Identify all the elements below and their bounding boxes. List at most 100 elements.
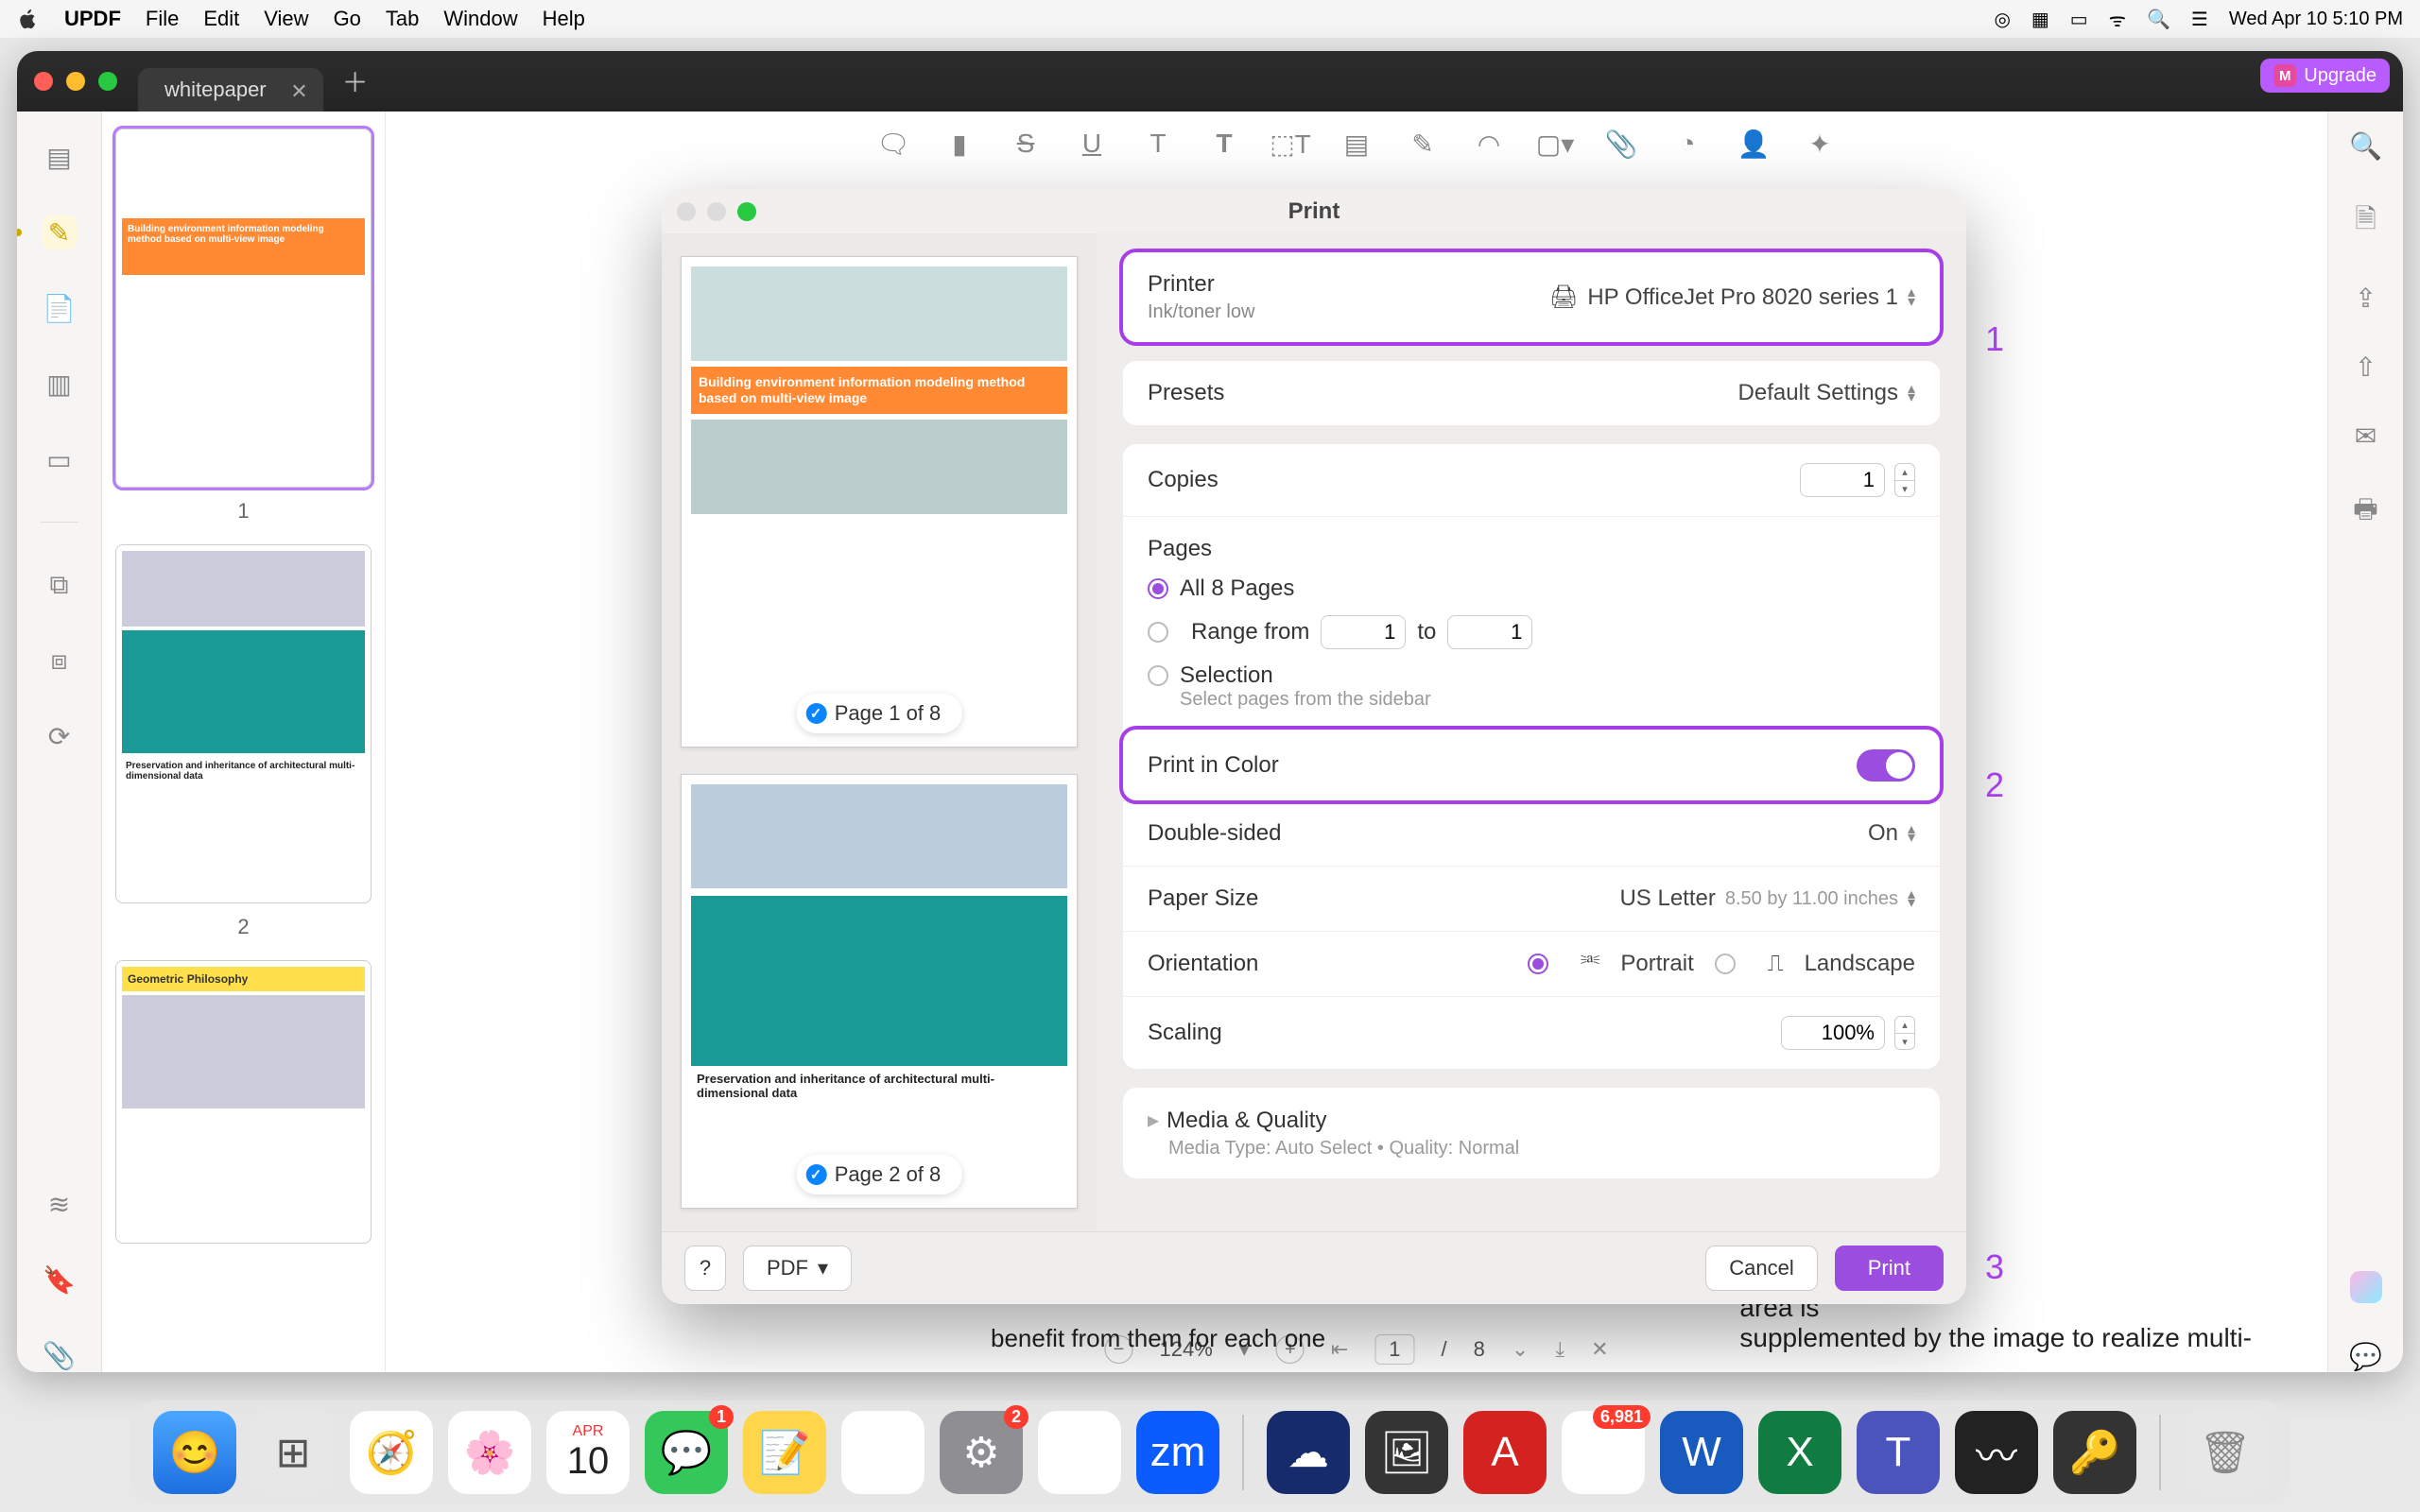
organize-mode-icon[interactable]: ▥	[43, 367, 77, 401]
calendar-app-icon[interactable]: APR10	[546, 1411, 630, 1494]
color-toggle[interactable]	[1857, 749, 1915, 782]
menu-go[interactable]: Go	[334, 7, 361, 31]
preview-page-2[interactable]: Preservation and inheritance of architec…	[681, 774, 1078, 1209]
system-settings-app-icon[interactable]: ⚙2	[940, 1411, 1023, 1494]
close-window-button[interactable]	[34, 72, 53, 91]
textbox-icon[interactable]: ⬚T	[1274, 128, 1306, 160]
chat-icon[interactable]: 💬	[2349, 1341, 2382, 1372]
tools-mode-icon[interactable]: ▭	[43, 442, 77, 476]
copies-input[interactable]	[1800, 463, 1885, 497]
media-quality-row[interactable]: ▸Media & Quality Media Type: Auto Select…	[1123, 1088, 1940, 1178]
note-icon[interactable]: 🗨	[877, 128, 909, 160]
control-center-icon[interactable]: ☰	[2191, 8, 2208, 31]
launchpad-app-icon[interactable]: ⊞	[251, 1411, 335, 1494]
menu-window[interactable]: Window	[443, 7, 517, 31]
crop-icon[interactable]: ⧉	[43, 568, 77, 602]
save-icon[interactable]: 🗎	[2355, 199, 2377, 245]
menu-tab[interactable]: Tab	[386, 7, 419, 31]
app-icon[interactable]: 〰	[1955, 1411, 2038, 1494]
safari-app-icon[interactable]: 🧭	[350, 1411, 433, 1494]
cancel-button[interactable]: Cancel	[1705, 1246, 1817, 1291]
dlg-close-icon[interactable]	[677, 202, 696, 221]
range-from-input[interactable]	[1321, 615, 1406, 649]
app-icon[interactable]: ☁	[1267, 1411, 1350, 1494]
radio-landscape[interactable]	[1715, 954, 1736, 974]
zoom-window-button[interactable]	[98, 72, 117, 91]
squiggly-icon[interactable]: T	[1142, 128, 1174, 160]
printer-row[interactable]: Printer Ink/toner low 🖨 HP OfficeJet Pro…	[1123, 252, 1940, 342]
dlg-min-icon[interactable]	[707, 202, 726, 221]
finder-app-icon[interactable]: 😊	[153, 1411, 236, 1494]
last-page-icon[interactable]: ⤓	[1555, 1337, 1564, 1362]
strikethrough-icon[interactable]: S	[1010, 128, 1042, 160]
email-icon[interactable]: ✉	[2355, 421, 2377, 452]
double-sided-row[interactable]: Double-sided On▴▾	[1123, 800, 1940, 866]
print-button[interactable]: Print	[1835, 1246, 1944, 1291]
signature-icon[interactable]: 👤	[1737, 128, 1770, 160]
new-tab-button[interactable]: ＋	[323, 62, 388, 100]
current-page-input[interactable]: 1	[1374, 1334, 1414, 1365]
callout-icon[interactable]: ▤	[1340, 128, 1373, 160]
eraser-icon[interactable]: ◠	[1473, 128, 1505, 160]
messages-app-icon[interactable]: 💬1	[645, 1411, 728, 1494]
app-icon[interactable]: 🔑	[2053, 1411, 2136, 1494]
radio-range[interactable]	[1148, 622, 1168, 643]
compress-icon[interactable]: ⧈	[43, 644, 77, 678]
highlight-icon[interactable]: ▮	[943, 128, 976, 160]
pencil-icon[interactable]: ✎	[1407, 128, 1439, 160]
reader-mode-icon[interactable]: ▤	[43, 140, 77, 174]
scaling-input[interactable]	[1781, 1016, 1885, 1050]
thumbnail-page-3[interactable]: Geometric Philosophy	[115, 960, 372, 1244]
first-page-icon[interactable]: ⇤	[1331, 1337, 1348, 1362]
menu-help[interactable]: Help	[543, 7, 585, 31]
minimize-window-button[interactable]	[66, 72, 85, 91]
print-icon[interactable]: 🖶	[2353, 490, 2377, 535]
trash-icon[interactable]: 🗑	[2184, 1411, 2267, 1494]
word-app-icon[interactable]: W	[1660, 1411, 1743, 1494]
text-icon[interactable]: T	[1208, 128, 1240, 160]
preview-page-1[interactable]: Building environment information modelin…	[681, 256, 1078, 747]
shape-icon[interactable]: ▢▾	[1539, 128, 1571, 160]
app-icon[interactable]: 🖼	[1365, 1411, 1448, 1494]
mail-app-icon[interactable]: ✉6,981	[1562, 1411, 1645, 1494]
upgrade-button[interactable]: M Upgrade	[2260, 59, 2390, 93]
stamp-icon[interactable]: ◔	[1671, 128, 1703, 160]
thumbnail-page-2[interactable]: Preservation and inheritance of architec…	[115, 544, 372, 903]
help-button[interactable]: ?	[684, 1246, 726, 1291]
notes-app-icon[interactable]: 📝	[743, 1411, 826, 1494]
menubar-clock[interactable]: Wed Apr 10 5:10 PM	[2229, 9, 2403, 30]
close-tab-icon[interactable]: ✕	[290, 79, 307, 104]
copies-stepper[interactable]: ▴▾	[1894, 463, 1915, 497]
layers-icon[interactable]: ≋	[43, 1187, 77, 1221]
freeform-app-icon[interactable]: 〰	[841, 1411, 925, 1494]
zoom-app-icon[interactable]: zm	[1136, 1411, 1219, 1494]
export-icon[interactable]: ⇪	[2355, 283, 2377, 314]
underline-icon[interactable]: U	[1076, 128, 1108, 160]
range-to-input[interactable]	[1447, 615, 1532, 649]
menu-edit[interactable]: Edit	[203, 7, 239, 31]
menubar-extra-icon[interactable]: ▦	[2031, 8, 2049, 31]
menu-file[interactable]: File	[146, 7, 179, 31]
share-icon[interactable]: ⇧	[2355, 352, 2377, 383]
menubar-app-name[interactable]: UPDF	[64, 7, 121, 31]
menu-view[interactable]: View	[264, 7, 308, 31]
edit-mode-icon[interactable]: 📄	[43, 291, 77, 325]
next-page-icon[interactable]: ⌄	[1512, 1337, 1529, 1362]
apple-icon[interactable]	[17, 8, 40, 30]
paper-size-row[interactable]: Paper Size US Letter8.50 by 11.00 inches…	[1123, 866, 1940, 931]
updf-logo-icon[interactable]	[2350, 1271, 2382, 1303]
wifi-icon[interactable]: ᯤ	[2109, 7, 2126, 32]
photos-app-icon[interactable]: 🌸	[448, 1411, 531, 1494]
battery-icon[interactable]: ▭	[2070, 8, 2088, 31]
grammarly-icon[interactable]: ◎	[1994, 8, 2010, 31]
acrobat-app-icon[interactable]: A	[1463, 1411, 1547, 1494]
chrome-app-icon[interactable]: ◉	[1038, 1411, 1121, 1494]
radio-selection[interactable]	[1148, 665, 1168, 686]
spotlight-icon[interactable]: 🔍	[2147, 8, 2170, 31]
convert-icon[interactable]: ⟳	[43, 719, 77, 753]
attach-icon[interactable]: 📎	[1605, 128, 1637, 160]
radio-all-pages[interactable]	[1148, 578, 1168, 599]
attachment-icon[interactable]: 📎	[43, 1338, 77, 1372]
scaling-stepper[interactable]: ▴▾	[1894, 1016, 1915, 1050]
teams-app-icon[interactable]: T	[1857, 1411, 1940, 1494]
